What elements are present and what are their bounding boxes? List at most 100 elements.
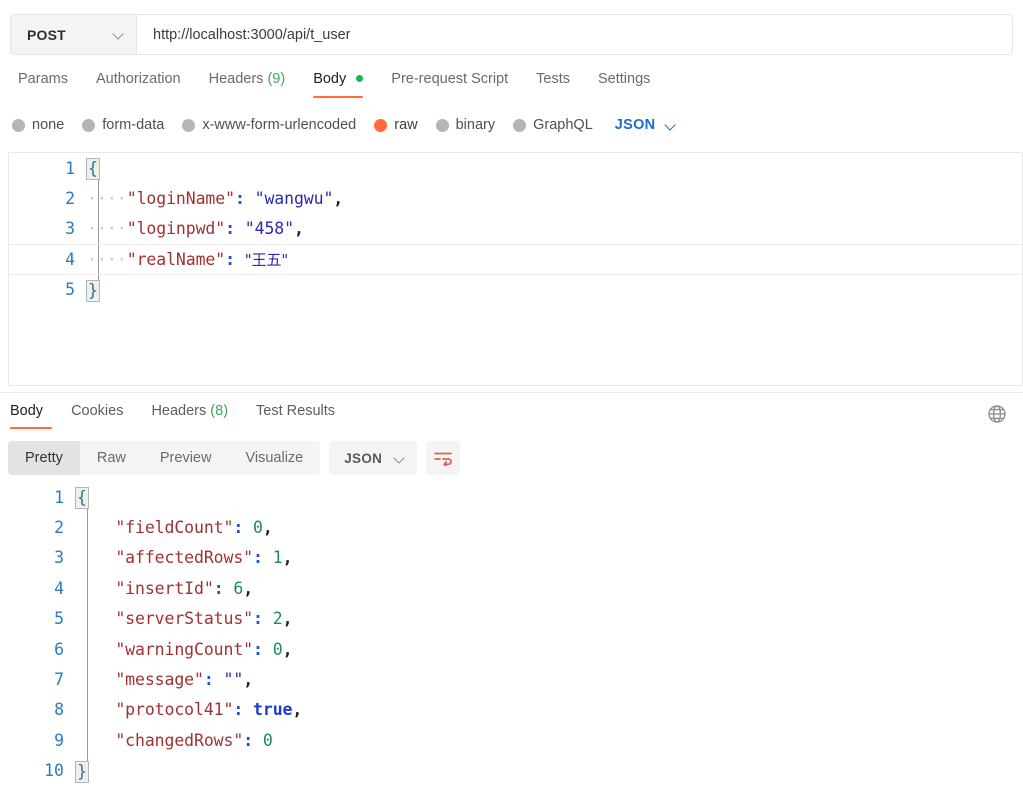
code-content: "warningCount": 0, [76, 640, 1023, 659]
radio-icon [12, 118, 25, 132]
body-type-graphql-label: GraphQL [533, 117, 593, 133]
indent-dots: ···· [87, 249, 127, 269]
view-mode-pretty[interactable]: Pretty [8, 441, 80, 475]
json-space [243, 700, 253, 719]
line-number: 8 [54, 700, 64, 720]
tab-pre-request-script[interactable]: Pre-request Script [377, 68, 522, 90]
http-method-label: POST [27, 26, 66, 43]
body-type-urlencoded[interactable]: x-www-form-urlencoded [182, 117, 356, 133]
body-type-binary-label: binary [455, 117, 496, 133]
code-line: 5 "serverStatus": 2, [0, 604, 1023, 634]
json-colon: : [243, 730, 254, 750]
json-space [214, 670, 224, 689]
code-content: "insertId": 6, [76, 579, 1023, 598]
view-mode-visualize[interactable]: Visualize [228, 441, 320, 475]
response-tab-body[interactable]: Body [8, 400, 57, 429]
url-input[interactable] [153, 26, 996, 43]
code-content: ····"loginName": "wangwu", [87, 189, 1022, 208]
brace-close: } [75, 760, 89, 783]
code-content: } [75, 760, 1023, 783]
code-content: } [86, 279, 1022, 302]
json-colon: : [234, 189, 245, 209]
json-space [245, 189, 255, 208]
postman-request-response-view: POST Params Authorization Headers (9) Bo… [0, 0, 1023, 791]
tab-headers-label: Headers [208, 71, 264, 87]
json-space [263, 548, 273, 567]
line-number: 5 [54, 609, 64, 629]
json-comma: , [282, 548, 293, 568]
response-tab-headers[interactable]: Headers (8) [137, 400, 242, 422]
json-key: "message" [115, 670, 204, 690]
url-input-wrap[interactable] [137, 15, 1012, 54]
response-toolbar: Pretty Raw Preview Visualize JSON [8, 441, 461, 475]
json-colon: : [253, 609, 263, 629]
request-body-editor[interactable]: 1 { 2 ····"loginName": "wangwu", 3 ····"… [8, 152, 1023, 386]
body-type-binary[interactable]: binary [435, 117, 496, 133]
indent-dots: ···· [87, 189, 127, 209]
code-content: ····"loginpwd": "458", [87, 219, 1022, 238]
pane-divider[interactable] [0, 392, 1023, 393]
code-line: 5 } [9, 275, 1022, 305]
response-tab-cookies[interactable]: Cookies [57, 400, 137, 422]
json-value: true [253, 700, 293, 720]
json-colon: : [253, 639, 263, 659]
json-key: "serverStatus" [115, 609, 254, 629]
globe-icon[interactable] [985, 402, 1009, 426]
body-type-graphql[interactable]: GraphQL [513, 117, 593, 133]
json-key: "changedRows" [115, 730, 244, 750]
view-mode-raw[interactable]: Raw [80, 441, 143, 475]
tab-tests[interactable]: Tests [522, 68, 584, 90]
body-type-raw[interactable]: raw [374, 117, 418, 133]
code-content: "protocol41": true, [76, 700, 1023, 719]
code-content: { [75, 486, 1023, 510]
line-number: 2 [65, 189, 75, 209]
http-method-select[interactable]: POST [11, 15, 137, 54]
json-key: "warningCount" [115, 639, 254, 659]
body-type-none[interactable]: none [12, 117, 64, 133]
tab-body[interactable]: Body [299, 68, 377, 98]
code-line: 3 ····"loginpwd": "458", [9, 214, 1022, 244]
word-wrap-icon[interactable] [426, 441, 461, 475]
response-view-mode-group: Pretty Raw Preview Visualize [8, 441, 321, 475]
json-value: 6 [233, 578, 244, 598]
tab-settings[interactable]: Settings [584, 68, 664, 90]
json-comma: , [293, 219, 304, 239]
tab-headers[interactable]: Headers (9) [195, 68, 300, 90]
line-number: 10 [44, 761, 64, 781]
line-number: 3 [65, 219, 75, 239]
brace-open: { [86, 158, 100, 181]
raw-format-select[interactable]: JSON [615, 117, 678, 133]
body-modified-dot-icon [356, 75, 364, 82]
url-bar: POST [10, 14, 1013, 55]
response-tab-test-results[interactable]: Test Results [242, 400, 349, 422]
line-number: 5 [65, 280, 75, 300]
json-comma: , [243, 578, 254, 598]
chevron-down-icon [113, 29, 124, 40]
code-content: "changedRows": 0 [76, 731, 1023, 750]
json-space [235, 250, 245, 269]
line-number: 4 [54, 578, 64, 598]
json-space [263, 609, 273, 628]
json-key: "realName" [126, 249, 226, 269]
json-value: 2 [272, 609, 283, 629]
view-mode-preview-label: Preview [159, 450, 212, 466]
json-value: 0 [253, 518, 263, 538]
json-key: "fieldCount" [115, 518, 234, 538]
tab-params-label: Params [18, 71, 68, 87]
view-mode-visualize-label: Visualize [245, 450, 304, 466]
response-format-select[interactable]: JSON [329, 441, 418, 475]
response-body-viewer[interactable]: 1 { 2 "fieldCount": 0, 3 "affectedRows":… [0, 482, 1023, 791]
body-type-form-data[interactable]: form-data [82, 117, 164, 133]
tab-params[interactable]: Params [12, 68, 82, 90]
line-number: 4 [65, 249, 75, 269]
view-mode-preview[interactable]: Preview [143, 441, 229, 475]
line-number: 7 [54, 670, 64, 690]
json-colon: : [203, 670, 214, 690]
code-content: { [86, 157, 1022, 181]
json-key: "loginpwd" [126, 219, 226, 239]
tab-authorization[interactable]: Authorization [82, 68, 195, 90]
